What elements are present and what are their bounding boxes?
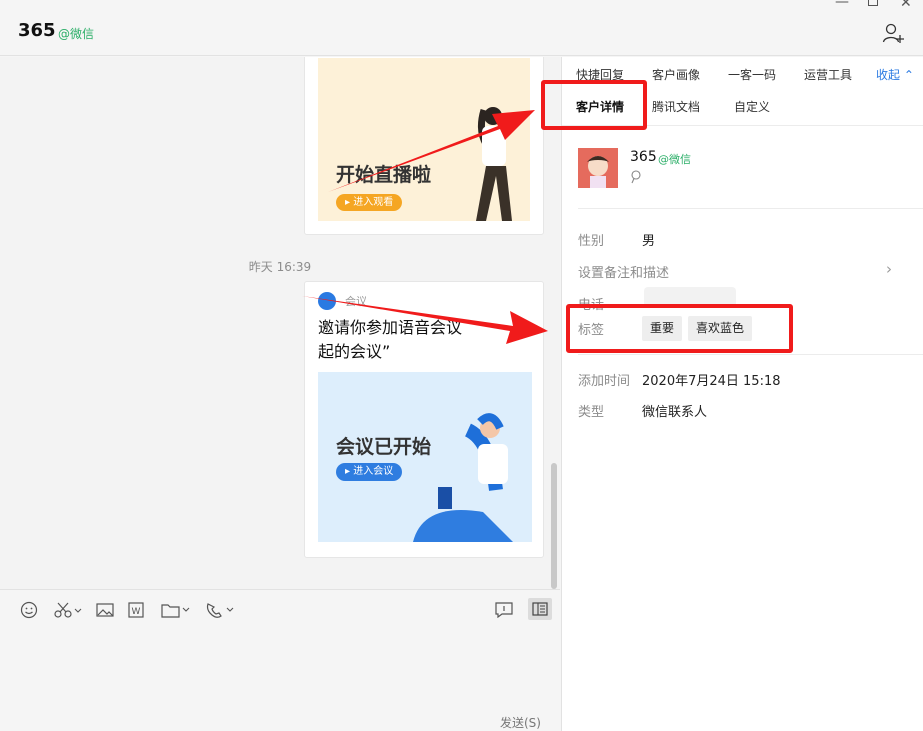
gender-label: 性别 — [578, 234, 605, 249]
minimize-icon[interactable]: — — [835, 0, 849, 10]
close-icon[interactable]: ✕ — [900, 0, 912, 11]
collapse-button[interactable]: 收起 ⌃ — [876, 66, 914, 83]
tab-custom[interactable]: 自定义 — [734, 98, 770, 115]
customer-panel: 快捷回复 客户画像 一客一码 运营工具 收起 ⌃ 客户详情 腾讯文档 自定义 3… — [561, 57, 923, 731]
tags-divider — [578, 354, 923, 355]
chat-scrollbar[interactable] — [551, 463, 557, 589]
meeting-banner-title: 会议已开始 — [336, 436, 432, 458]
maximize-icon[interactable] — [868, 0, 878, 6]
live-banner-button[interactable]: ▸ 进入观看 — [336, 194, 403, 211]
meeting-app-icon — [318, 292, 336, 310]
type-label: 类型 — [578, 405, 605, 420]
tab-one-customer-code[interactable]: 一客一码 — [728, 66, 776, 83]
live-banner-title: 开始直播啦 — [336, 164, 432, 186]
phone-icon[interactable] — [205, 600, 235, 620]
meeting-banner-button[interactable]: ▸ 进入会议 — [336, 463, 403, 481]
input-area[interactable]: W 发送(S) — [0, 589, 560, 731]
gender-value: 男 — [642, 234, 656, 249]
sidebar-toggle-icon[interactable] — [528, 598, 552, 620]
document-icon[interactable]: W — [128, 600, 144, 620]
contact-source: @微信 — [658, 153, 691, 166]
chat-title: 365 — [18, 20, 56, 41]
remark-link[interactable]: 设置备注和描述 — [578, 262, 669, 281]
chevron-right-icon[interactable]: › — [886, 260, 892, 278]
chat-history-icon[interactable] — [495, 600, 513, 620]
tab-operation-tools[interactable]: 运营工具 — [804, 66, 852, 83]
meeting-card[interactable]: 会议 邀请你参加语音会议 起的会议” 会议已开始 ▸ 进入会议 — [304, 281, 544, 558]
annotation-box-details-tab — [541, 80, 647, 130]
meeting-invite-text: 邀请你参加语音会议 起的会议” — [318, 318, 463, 361]
svg-text:W: W — [132, 607, 141, 617]
chat-header: 365 @微信 — [0, 0, 923, 56]
emoji-icon[interactable] — [20, 600, 38, 620]
added-time-label: 添加时间 — [578, 374, 631, 389]
meeting-app-name: 会议 — [345, 295, 367, 308]
tab-customer-profile[interactable]: 客户画像 — [652, 66, 700, 83]
profile-divider — [578, 208, 923, 209]
message-timestamp: 昨天 16:39 — [248, 260, 312, 274]
screenshot-icon[interactable] — [54, 600, 82, 620]
chat-area: 开始直播啦 ▸ 进入观看 昨天 16:39 会议 邀请你参加语音会议 起的会议”… — [0, 57, 560, 589]
chat-source-label: @微信 — [58, 27, 95, 41]
location-icon — [631, 170, 641, 184]
folder-icon[interactable] — [161, 600, 191, 620]
send-button[interactable]: 发送(S) — [500, 714, 541, 731]
tab-tencent-docs[interactable]: 腾讯文档 — [652, 98, 700, 115]
added-time-value: 2020年7月24日 15:18 — [642, 374, 781, 389]
live-card[interactable]: 开始直播啦 ▸ 进入观看 — [304, 57, 544, 235]
contact-avatar — [578, 148, 618, 188]
add-member-icon[interactable] — [882, 22, 904, 44]
annotation-box-tags — [566, 304, 793, 353]
image-icon[interactable] — [96, 600, 114, 620]
contact-name: 365 — [630, 149, 657, 165]
type-value: 微信联系人 — [642, 405, 708, 420]
